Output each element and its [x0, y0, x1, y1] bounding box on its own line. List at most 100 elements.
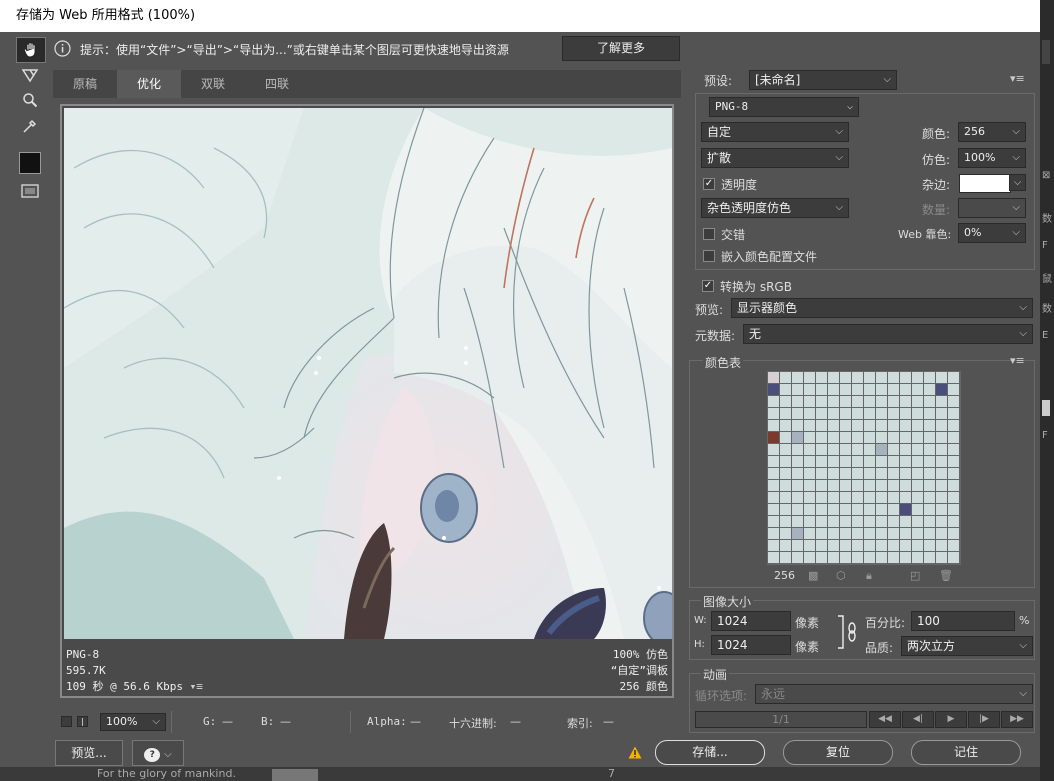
file-format-dropdown[interactable]: PNG-8 ⌵ [709, 97, 859, 117]
matte-color-swatch[interactable] [959, 174, 1011, 193]
palette-swatch[interactable] [900, 552, 911, 563]
palette-swatch[interactable] [816, 384, 827, 395]
palette-swatch[interactable] [840, 384, 851, 395]
play-button[interactable]: ▶ [935, 711, 967, 728]
link-icon[interactable] [834, 614, 860, 650]
dither-amount-dropdown[interactable]: 100% ⌵ [958, 148, 1026, 168]
palette-swatch[interactable] [804, 552, 815, 563]
palette-swatch[interactable] [780, 528, 791, 539]
palette-swatch[interactable] [780, 408, 791, 419]
palette-swatch[interactable] [852, 492, 863, 503]
palette-swatch[interactable] [924, 468, 935, 479]
palette-swatch[interactable] [948, 408, 959, 419]
palette-swatch[interactable] [768, 396, 779, 407]
palette-swatch[interactable] [948, 396, 959, 407]
web-snap-dropdown[interactable]: 0% ⌵ [958, 223, 1026, 243]
percent-input[interactable]: 100 [911, 611, 1015, 631]
palette-swatch[interactable] [780, 468, 791, 479]
palette-swatch[interactable] [816, 504, 827, 515]
palette-swatch[interactable] [828, 432, 839, 443]
palette-swatch[interactable] [792, 432, 803, 443]
palette-swatch[interactable] [816, 396, 827, 407]
palette-swatch[interactable] [768, 540, 779, 551]
palette-swatch[interactable] [852, 444, 863, 455]
palette-swatch[interactable] [936, 456, 947, 467]
palette-swatch[interactable] [936, 384, 947, 395]
palette-swatch[interactable] [912, 432, 923, 443]
palette-swatch[interactable] [816, 372, 827, 383]
palette-swatch[interactable] [876, 480, 887, 491]
palette-swatch[interactable] [864, 420, 875, 431]
palette-swatch[interactable] [936, 444, 947, 455]
panel-menu-icon[interactable]: ▾≡ [1010, 72, 1025, 85]
palette-swatch[interactable] [924, 384, 935, 395]
palette-swatch[interactable] [876, 420, 887, 431]
palette-swatch[interactable] [948, 432, 959, 443]
palette-swatch[interactable] [864, 492, 875, 503]
palette-swatch[interactable] [792, 504, 803, 515]
palette-swatch[interactable] [924, 408, 935, 419]
new-color-icon[interactable]: ◰ [910, 569, 920, 582]
palette-swatch[interactable] [816, 420, 827, 431]
palette-swatch[interactable] [876, 528, 887, 539]
transparency-dither-dropdown[interactable]: 杂色透明度仿色 ⌵ [701, 198, 849, 218]
palette-swatch[interactable] [816, 480, 827, 491]
palette-swatch[interactable] [864, 372, 875, 383]
palette-swatch[interactable] [936, 552, 947, 563]
palette-swatch[interactable] [912, 468, 923, 479]
preset-dropdown[interactable]: [未命名] ⌵ [749, 70, 897, 90]
palette-swatch[interactable] [840, 408, 851, 419]
palette-swatch[interactable] [888, 384, 899, 395]
palette-swatch[interactable] [804, 504, 815, 515]
palette-swatch[interactable] [840, 552, 851, 563]
palette-swatch[interactable] [936, 516, 947, 527]
palette-swatch[interactable] [816, 516, 827, 527]
palette-swatch[interactable] [780, 384, 791, 395]
palette-swatch[interactable] [900, 528, 911, 539]
palette-swatch[interactable] [876, 468, 887, 479]
tab-4-up[interactable]: 四联 [245, 70, 309, 98]
preview-image[interactable] [64, 108, 672, 639]
palette-swatch[interactable] [804, 528, 815, 539]
palette-swatch[interactable] [888, 420, 899, 431]
learn-more-button[interactable]: 了解更多 [562, 36, 680, 61]
eyedropper-tool[interactable] [16, 114, 44, 138]
palette-swatch[interactable] [768, 420, 779, 431]
colors-dropdown[interactable]: 256 ⌵ [958, 122, 1026, 142]
palette-swatch[interactable] [852, 480, 863, 491]
palette-swatch[interactable] [936, 468, 947, 479]
palette-swatch[interactable] [864, 504, 875, 515]
palette-swatch[interactable] [864, 384, 875, 395]
palette-swatch[interactable] [924, 504, 935, 515]
palette-swatch[interactable] [936, 492, 947, 503]
palette-swatch[interactable] [792, 516, 803, 527]
palette-swatch[interactable] [768, 432, 779, 443]
palette-swatch[interactable] [840, 480, 851, 491]
palette-swatch[interactable] [924, 540, 935, 551]
palette-swatch[interactable] [912, 408, 923, 419]
palette-swatch[interactable] [840, 420, 851, 431]
web-safe-cube-icon[interactable]: ⬡ [836, 569, 846, 582]
palette-swatch[interactable] [948, 468, 959, 479]
palette-swatch[interactable] [876, 384, 887, 395]
palette-swatch[interactable] [768, 552, 779, 563]
palette-swatch[interactable] [792, 372, 803, 383]
palette-swatch[interactable] [888, 480, 899, 491]
loop-dropdown[interactable]: 永远 ⌵ [755, 684, 1033, 704]
palette-swatch[interactable] [780, 504, 791, 515]
palette-swatch[interactable] [840, 372, 851, 383]
palette-swatch[interactable] [912, 504, 923, 515]
palette-swatch[interactable] [804, 456, 815, 467]
palette-swatch[interactable] [768, 372, 779, 383]
palette-swatch[interactable] [816, 468, 827, 479]
palette-swatch[interactable] [768, 516, 779, 527]
zoom-dropdown[interactable]: 100% ⌵ [100, 713, 166, 731]
map-to-web-icon[interactable]: ▩ [808, 569, 818, 582]
palette-swatch[interactable] [852, 372, 863, 383]
palette-swatch[interactable] [780, 456, 791, 467]
palette-swatch[interactable] [876, 504, 887, 515]
eyedropper-color-swatch[interactable] [16, 151, 44, 175]
color-table-menu-icon[interactable]: ▾≡ [1010, 354, 1025, 367]
palette-swatch[interactable] [768, 492, 779, 503]
palette-swatch[interactable] [828, 516, 839, 527]
